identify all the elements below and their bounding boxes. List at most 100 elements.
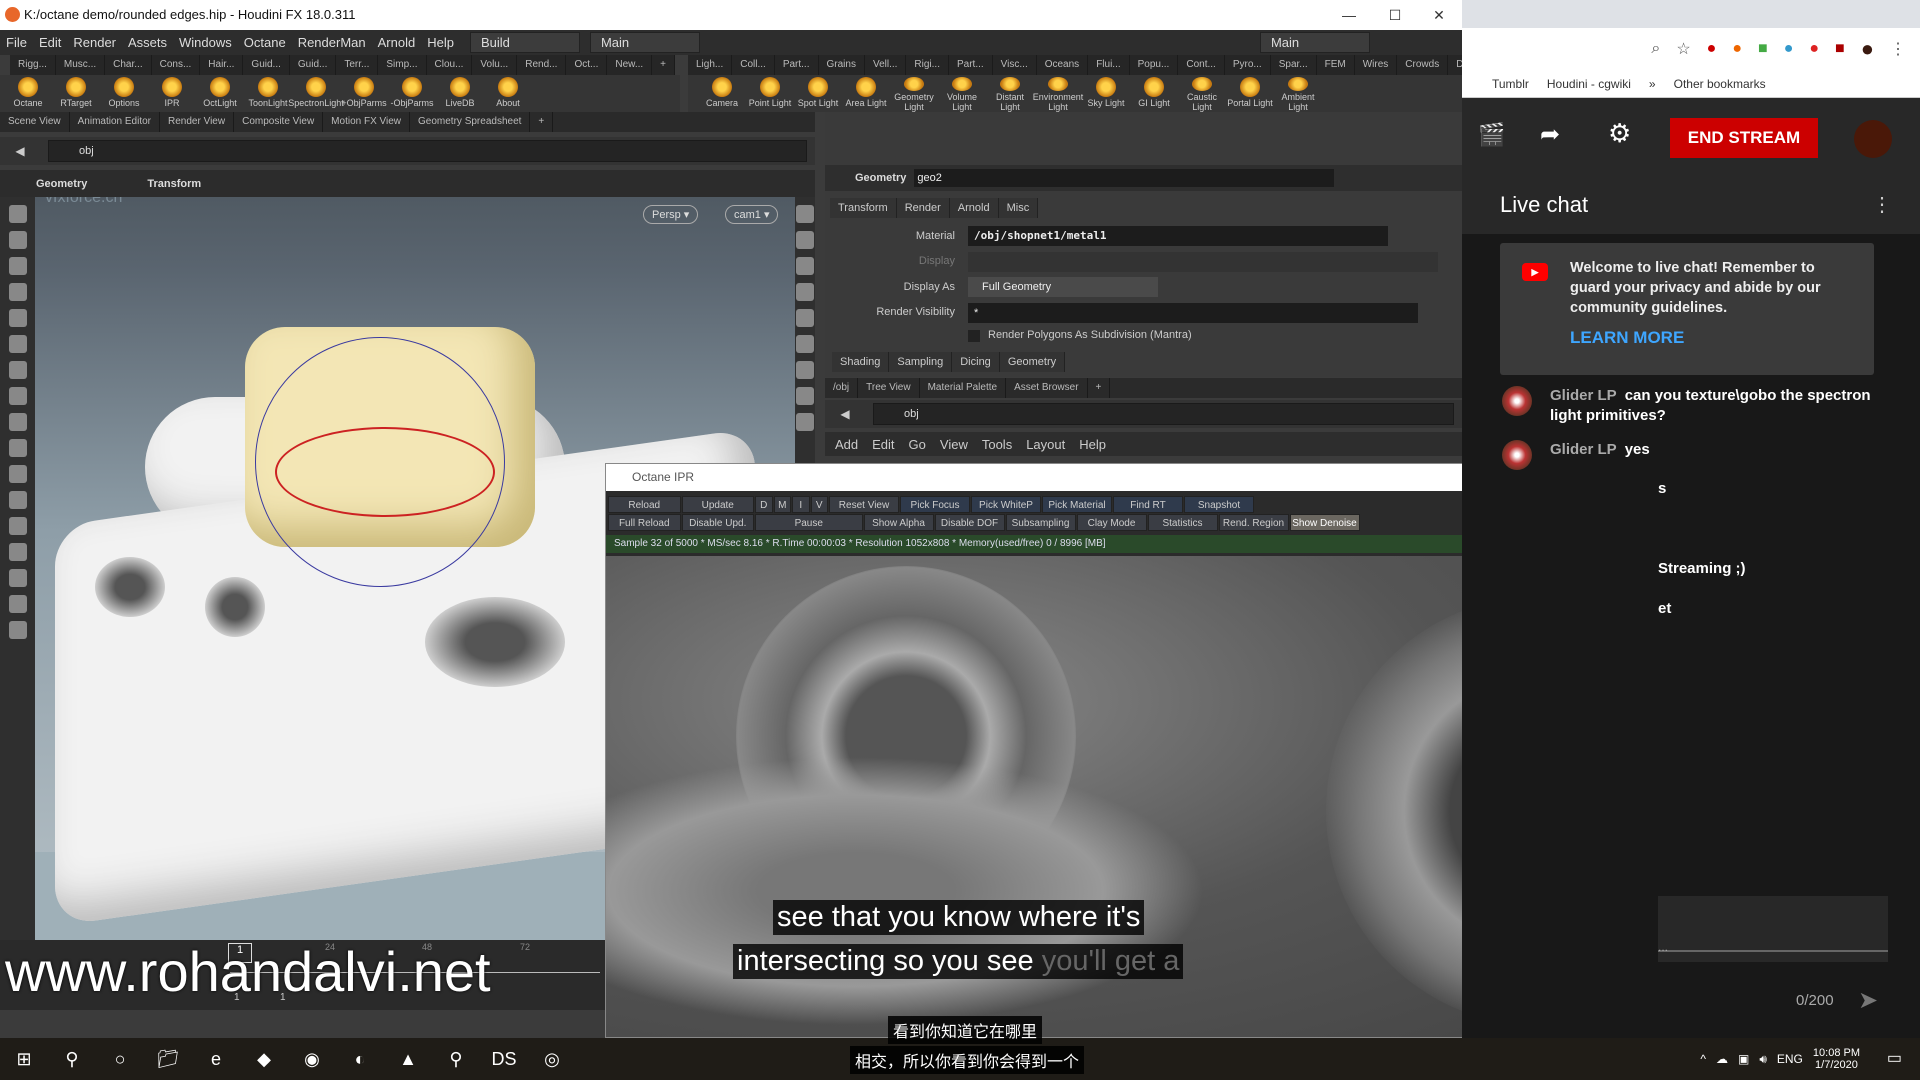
display-slider[interactable] bbox=[968, 252, 1438, 272]
shelf-tool-point-light[interactable]: Point Light bbox=[746, 75, 794, 112]
settings-gear-icon[interactable]: ⚙ bbox=[1608, 118, 1631, 149]
extension-icon[interactable]: ● bbox=[1732, 40, 1742, 58]
bookmark-tumblr[interactable]: Tumblr bbox=[1492, 77, 1529, 91]
param-subtab-shading[interactable]: Shading bbox=[832, 352, 890, 372]
shelf-tool-ipr[interactable]: IPR bbox=[148, 75, 196, 112]
shelf-tool-portal-light[interactable]: Portal Light bbox=[1226, 75, 1274, 112]
avatar[interactable] bbox=[1854, 120, 1892, 158]
network-menu-item-view[interactable]: View bbox=[940, 437, 968, 452]
learn-more-link[interactable]: LEARN MORE bbox=[1570, 328, 1854, 348]
pane-tab-scene-view[interactable]: Scene View bbox=[0, 112, 70, 132]
shelf-tool-octlight[interactable]: OctLight bbox=[196, 75, 244, 112]
language[interactable]: ENG bbox=[1777, 1052, 1803, 1066]
shelf-tool-objparms[interactable]: -ObjParms bbox=[388, 75, 436, 112]
ipr-rend-region-button[interactable]: Rend. Region bbox=[1218, 514, 1289, 531]
pane-tab-composite-view[interactable]: Composite View bbox=[234, 112, 324, 132]
shelf-tool-spectronlight[interactable]: SpectronLight bbox=[288, 75, 344, 112]
shelf-tab-pyro[interactable]: Pyro... bbox=[1225, 55, 1271, 75]
shelf-tab-[interactable]: + bbox=[652, 55, 676, 75]
ipr-full-reload-button[interactable]: Full Reload bbox=[608, 514, 681, 531]
extension-icon[interactable]: ● bbox=[1784, 40, 1794, 58]
shelf-tool-toonlight[interactable]: ToonLight bbox=[244, 75, 292, 112]
ipr-pause-button[interactable]: Pause bbox=[755, 514, 863, 531]
desktop-select[interactable]: Build bbox=[469, 32, 580, 53]
shelf-tool-rtarget[interactable]: RTarget bbox=[52, 75, 100, 112]
ipr-i-button[interactable]: I bbox=[792, 496, 810, 513]
subdiv-checkbox[interactable] bbox=[968, 330, 980, 342]
shelf-tab-crowds[interactable]: Crowds bbox=[1397, 55, 1449, 75]
notifications-icon[interactable]: ▭ bbox=[1887, 1048, 1902, 1068]
param-tab-transform[interactable]: Transform bbox=[830, 198, 897, 218]
network-menu-item-edit[interactable]: Edit bbox=[872, 437, 894, 452]
ipr-reset-view-button[interactable]: Reset View bbox=[829, 496, 899, 513]
shelf-tab-rigg[interactable]: Rigg... bbox=[10, 55, 56, 75]
houdini-icon[interactable]: ◎ bbox=[528, 1038, 576, 1080]
shelf-tab-oct[interactable]: Oct... bbox=[566, 55, 608, 75]
shelf-tab-vell[interactable]: Vell... bbox=[865, 55, 907, 75]
clapper-icon[interactable]: 🎬 bbox=[1478, 122, 1505, 148]
shelf-tab-wires[interactable]: Wires bbox=[1355, 55, 1398, 75]
chrome-icon[interactable]: ◉ bbox=[288, 1038, 336, 1080]
shelf-tool-objparms[interactable]: +ObjParms bbox=[340, 75, 388, 112]
share-icon[interactable]: ➦ bbox=[1540, 120, 1560, 149]
shelf-tool-distant-light[interactable]: Distant Light bbox=[986, 75, 1034, 112]
network-tab-asset-browser[interactable]: Asset Browser bbox=[1006, 378, 1088, 398]
network-icon[interactable]: ▣ bbox=[1738, 1052, 1749, 1066]
minimize-button[interactable]: — bbox=[1326, 0, 1372, 30]
pane-tab-render-view[interactable]: Render View bbox=[160, 112, 235, 132]
bookmark-[interactable]: » bbox=[1649, 77, 1656, 91]
ipr-disable-dof-button[interactable]: Disable DOF bbox=[934, 514, 1005, 531]
shelf-tab-char[interactable]: Char... bbox=[105, 55, 152, 75]
shelf-tab-visc[interactable]: Visc... bbox=[993, 55, 1037, 75]
network-tab-[interactable]: + bbox=[1088, 378, 1111, 398]
param-tab-arnold[interactable]: Arnold bbox=[949, 198, 999, 218]
shelf-tab-hair[interactable]: Hair... bbox=[200, 55, 244, 75]
extension-icon[interactable]: ■ bbox=[1758, 40, 1768, 58]
path-input[interactable]: obj bbox=[48, 140, 807, 162]
desktop2-select[interactable]: Main bbox=[589, 32, 700, 53]
menu-item-edit[interactable]: Edit bbox=[33, 35, 67, 50]
pane-tab-animation-editor[interactable]: Animation Editor bbox=[70, 112, 161, 132]
shelf-tool-geometry-light[interactable]: Geometry Light bbox=[890, 75, 938, 112]
network-menu-item-go[interactable]: Go bbox=[909, 437, 926, 452]
chevron-up-icon[interactable]: ^ bbox=[1700, 1052, 1706, 1066]
rotate-handle-x[interactable] bbox=[275, 427, 495, 517]
param-tab-render[interactable]: Render bbox=[896, 198, 950, 218]
more-options-icon[interactable]: ⋮ bbox=[1872, 192, 1892, 217]
shelf-tab-spar[interactable]: Spar... bbox=[1271, 55, 1317, 75]
network-menu-item-help[interactable]: Help bbox=[1079, 437, 1106, 452]
maximize-button[interactable]: ☐ bbox=[1372, 0, 1418, 30]
persp-button[interactable]: Persp ▾ bbox=[643, 205, 699, 224]
network-menu-item-layout[interactable]: Layout bbox=[1026, 437, 1065, 452]
network-tab-obj[interactable]: /obj bbox=[825, 378, 859, 398]
bookmarks-bar[interactable]: Tumblr Houdini - cgwiki » Other bookmarks bbox=[1462, 70, 1920, 98]
chat-input[interactable] bbox=[1658, 950, 1888, 952]
shelf-tab-fem[interactable]: FEM bbox=[1317, 55, 1355, 75]
shelf-tab-terr[interactable]: Terr... bbox=[336, 55, 379, 75]
edge-icon[interactable]: e bbox=[192, 1038, 240, 1080]
author[interactable]: Glider LP bbox=[1550, 441, 1617, 458]
shelf-tab-simp[interactable]: Simp... bbox=[378, 55, 427, 75]
menu-item-assets[interactable]: Assets bbox=[122, 35, 173, 50]
cortana-icon[interactable]: ○ bbox=[96, 1038, 144, 1080]
pane-tab-geometry-spreadsheet[interactable]: Geometry Spreadsheet bbox=[410, 112, 531, 132]
node-name-field[interactable]: geo2 bbox=[914, 169, 1335, 187]
shelf-tab-ligh[interactable]: Ligh... bbox=[688, 55, 733, 75]
shelf-tool-livedb[interactable]: LiveDB bbox=[436, 75, 484, 112]
back-icon[interactable]: ◀ bbox=[0, 144, 40, 158]
shelf-tool-environment-light[interactable]: Environment Light bbox=[1033, 75, 1083, 112]
cloud-icon[interactable]: ☁ bbox=[1716, 1052, 1728, 1066]
shelf-tab-guid[interactable]: Guid... bbox=[243, 55, 290, 75]
bookmark-star-icon[interactable]: ☆ bbox=[1676, 39, 1690, 59]
menu-icon[interactable]: ⋮ bbox=[1890, 39, 1906, 59]
shelf-tab-grains[interactable]: Grains bbox=[819, 55, 865, 75]
shelf-tab-popu[interactable]: Popu... bbox=[1130, 55, 1179, 75]
search-icon[interactable]: ⚲ bbox=[48, 1038, 96, 1080]
clock[interactable]: 10:08 PM 1/7/2020 bbox=[1813, 1047, 1860, 1071]
shelf-tab-musc[interactable]: Musc... bbox=[56, 55, 106, 75]
menu-item-arnold[interactable]: Arnold bbox=[372, 35, 422, 50]
shelf-tab-rigi[interactable]: Rigi... bbox=[906, 55, 949, 75]
network-menu-item-add[interactable]: Add bbox=[835, 437, 858, 452]
ipr-disable-upd-button[interactable]: Disable Upd. bbox=[681, 514, 754, 531]
menu-item-render[interactable]: Render bbox=[67, 35, 122, 50]
